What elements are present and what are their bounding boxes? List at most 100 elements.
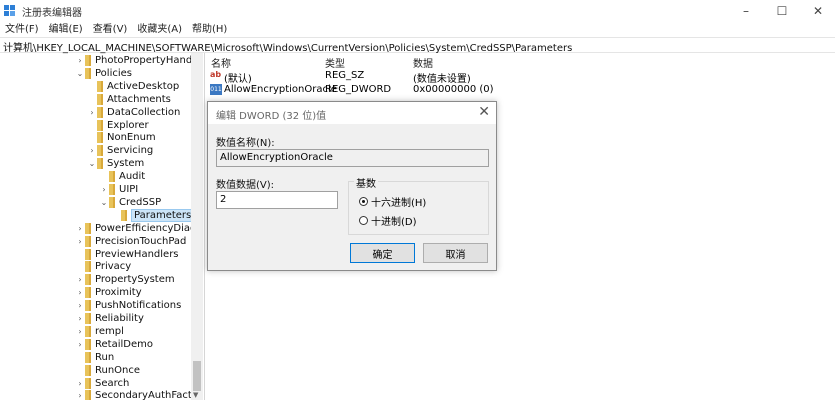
- radio-checked-icon: [359, 197, 368, 206]
- edit-dword-dialog: 编辑 DWORD (32 位)值 ✕ 数值名称(N): AllowEncrypt…: [207, 101, 497, 271]
- value-data: 0x00000000 (0): [413, 84, 494, 95]
- tree-item[interactable]: › DataCollection: [87, 106, 180, 119]
- chevron-down-icon[interactable]: ⌄: [75, 69, 85, 78]
- menu-favorites[interactable]: 收藏夹(A): [132, 22, 187, 37]
- tree-item[interactable]: › rempl: [75, 325, 124, 338]
- menu-file[interactable]: 文件(F): [0, 22, 44, 37]
- tree-scrollbar[interactable]: ▼: [191, 53, 203, 400]
- string-value-icon: ab: [210, 70, 222, 79]
- tree-item[interactable]: › UIPI: [99, 183, 138, 196]
- dialog-close-button[interactable]: ✕: [478, 104, 490, 120]
- dec-radio-label: 十进制(D): [371, 217, 417, 228]
- tree-item-label: PushNotifications: [95, 300, 182, 312]
- dialog-title-bar: 编辑 DWORD (32 位)值 ✕: [208, 102, 496, 124]
- hex-radio-label: 十六进制(H): [371, 198, 427, 209]
- tree-item[interactable]: › RetailDemo: [75, 338, 153, 351]
- tree-item[interactable]: Audit: [99, 170, 145, 183]
- tree-item[interactable]: Explorer: [87, 119, 149, 132]
- menu-view[interactable]: 查看(V): [88, 22, 133, 37]
- chevron-right-icon[interactable]: ›: [75, 56, 85, 65]
- tree-item-label: SecondaryAuthFacto: [95, 390, 198, 400]
- tree-item[interactable]: NonEnum: [87, 131, 156, 144]
- hex-radio[interactable]: 十六进制(H): [359, 194, 426, 209]
- chevron-right-icon[interactable]: ›: [75, 301, 85, 310]
- tree-item-label: RunOnce: [95, 364, 141, 376]
- tree-item[interactable]: › PhotoPropertyHandle: [75, 54, 201, 67]
- value-name-label: 数值名称(N):: [216, 138, 275, 149]
- folder-icon: [85, 364, 91, 376]
- menu-edit[interactable]: 编辑(E): [44, 22, 88, 37]
- value-type: REG_SZ: [325, 70, 365, 81]
- chevron-down-icon[interactable]: ⌄: [87, 159, 97, 168]
- ok-button[interactable]: 确定: [350, 243, 415, 263]
- chevron-right-icon[interactable]: ›: [87, 146, 97, 155]
- address-bar[interactable]: 计算机\HKEY_LOCAL_MACHINE\SOFTWARE\Microsof…: [0, 37, 835, 54]
- cancel-button[interactable]: 取消: [423, 243, 488, 263]
- tree-item[interactable]: ⌄ CredSSP: [99, 196, 161, 209]
- tree-item[interactable]: › PushNotifications: [75, 299, 181, 312]
- close-button[interactable]: ✕: [803, 2, 833, 20]
- menu-bar: 文件(F) 编辑(E) 查看(V) 收藏夹(A) 帮助(H): [0, 22, 232, 37]
- chevron-right-icon[interactable]: ›: [75, 314, 85, 323]
- tree-item-label: DataCollection: [107, 106, 181, 118]
- tree-item-label: Explorer: [107, 119, 149, 131]
- tree-item[interactable]: ⌄ Policies: [75, 67, 132, 80]
- maximize-button[interactable]: ☐: [767, 2, 797, 20]
- tree-item-label: Parameters: [131, 208, 195, 222]
- folder-icon: [97, 106, 103, 118]
- tree-item[interactable]: › Proximity: [75, 286, 142, 299]
- folder-icon: [85, 235, 91, 247]
- chevron-right-icon[interactable]: ›: [75, 379, 85, 388]
- tree-item[interactable]: RunOnce: [75, 364, 140, 377]
- chevron-right-icon[interactable]: ›: [75, 391, 85, 400]
- chevron-right-icon[interactable]: ›: [75, 224, 85, 233]
- chevron-down-icon[interactable]: ⌄: [99, 198, 109, 207]
- chevron-right-icon[interactable]: ›: [75, 288, 85, 297]
- tree-item-label: RetailDemo: [95, 338, 153, 350]
- folder-icon: [97, 93, 103, 105]
- tree-item[interactable]: Attachments: [87, 93, 171, 106]
- tree-item[interactable]: PreviewHandlers: [75, 248, 179, 261]
- chevron-right-icon[interactable]: ›: [75, 327, 85, 336]
- chevron-right-icon[interactable]: ›: [75, 237, 85, 246]
- tree-item[interactable]: › Search: [75, 377, 129, 390]
- tree-item-label: rempl: [95, 325, 124, 337]
- tree-item[interactable]: ⌄ System: [87, 157, 144, 170]
- folder-icon: [85, 300, 91, 312]
- dec-radio[interactable]: 十进制(D): [359, 213, 417, 228]
- folder-icon: [109, 196, 115, 208]
- dword-value-icon: 011: [210, 84, 222, 95]
- chevron-right-icon[interactable]: ›: [75, 275, 85, 284]
- column-header-name[interactable]: 名称: [211, 55, 231, 70]
- chevron-right-icon[interactable]: ›: [87, 108, 97, 117]
- tree-item[interactable]: › Reliability: [75, 312, 144, 325]
- folder-icon: [85, 274, 91, 286]
- tree-item[interactable]: › Servicing: [87, 144, 153, 157]
- tree-item[interactable]: › PrecisionTouchPad: [75, 235, 186, 248]
- scrollbar-thumb[interactable]: [193, 361, 201, 391]
- tree-item[interactable]: › SecondaryAuthFacto: [75, 389, 198, 400]
- chevron-right-icon[interactable]: ›: [99, 185, 109, 194]
- column-header-data[interactable]: 数据: [413, 55, 433, 70]
- address-path: 计算机\HKEY_LOCAL_MACHINE\SOFTWARE\Microsof…: [3, 43, 573, 54]
- column-header-type[interactable]: 类型: [325, 55, 345, 70]
- minimize-button[interactable]: –: [731, 2, 761, 20]
- tree-item[interactable]: Run: [75, 351, 114, 364]
- folder-icon: [85, 222, 91, 234]
- folder-icon: [85, 67, 91, 79]
- tree-item[interactable]: › PropertySystem: [75, 273, 175, 286]
- tree-item[interactable]: Privacy: [75, 260, 131, 273]
- tree-item[interactable]: Parameters: [111, 208, 195, 222]
- tree-item[interactable]: ActiveDesktop: [87, 80, 179, 93]
- menu-help[interactable]: 帮助(H): [187, 22, 232, 37]
- folder-icon: [85, 390, 91, 400]
- scroll-down-icon[interactable]: ▼: [193, 391, 198, 399]
- folder-icon: [97, 132, 103, 144]
- title-bar: 注册表编辑器 – ☐ ✕: [0, 0, 835, 22]
- tree-item-label: UIPI: [119, 184, 139, 195]
- tree-item-label: Privacy: [95, 261, 132, 273]
- tree-item[interactable]: › PowerEfficiencyDiagn: [75, 222, 203, 235]
- folder-icon: [85, 248, 91, 260]
- chevron-right-icon[interactable]: ›: [75, 340, 85, 349]
- value-data-field[interactable]: 2: [216, 191, 338, 209]
